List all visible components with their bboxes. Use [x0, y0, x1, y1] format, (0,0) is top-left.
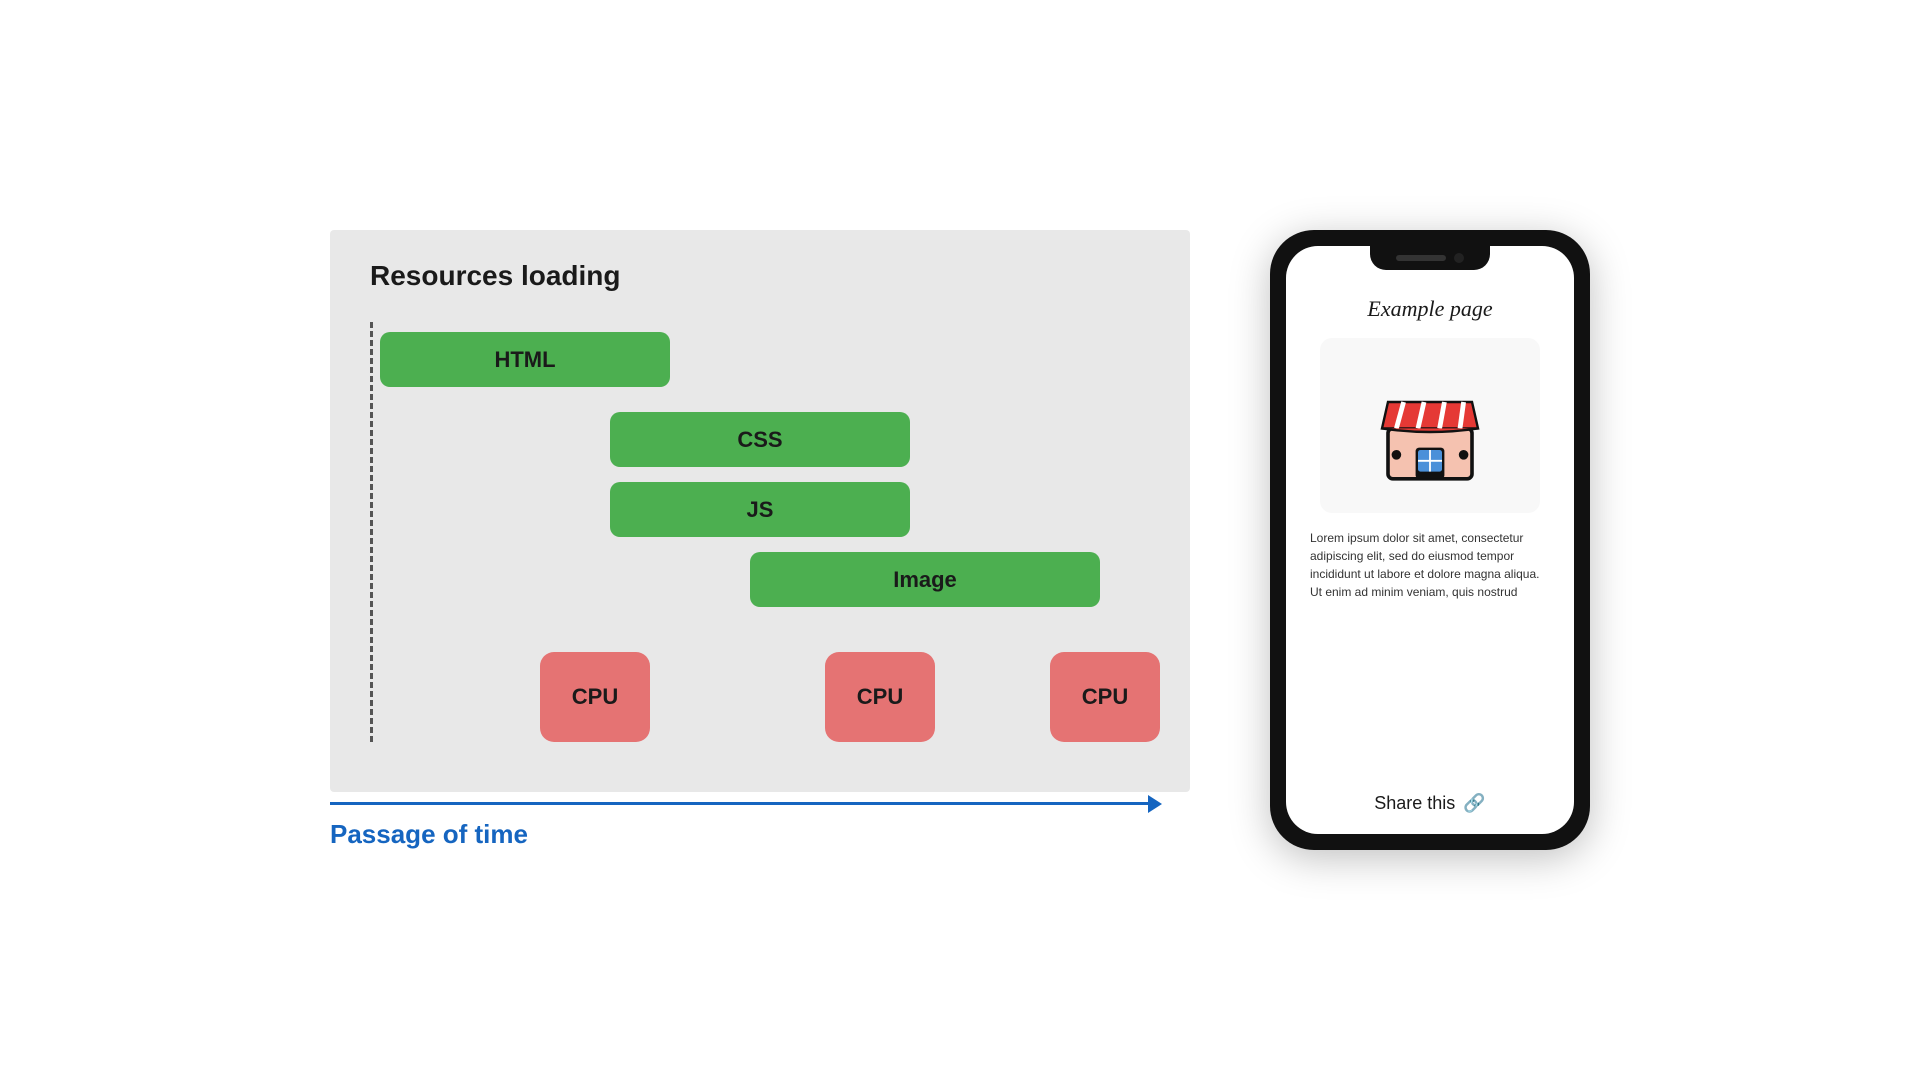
- css-bar: CSS: [610, 412, 910, 467]
- html-bar: HTML: [380, 332, 670, 387]
- time-label: Passage of time: [330, 819, 528, 850]
- phone-page-title: Example page: [1367, 296, 1492, 322]
- main-container: Resources loading HTML CSS JS Image CPU …: [0, 230, 1920, 850]
- cpu-box-1: CPU: [540, 652, 650, 742]
- resources-area: HTML CSS JS Image CPU CPU CPU: [370, 322, 1150, 742]
- time-axis-line: [370, 322, 373, 742]
- cpu-box-3: CPU: [1050, 652, 1160, 742]
- share-link[interactable]: Share this 🔗: [1374, 793, 1485, 814]
- link-icon: 🔗: [1463, 793, 1485, 814]
- phone-notch: [1370, 246, 1490, 270]
- diagram-box: Resources loading HTML CSS JS Image CPU …: [330, 230, 1190, 792]
- phone-body-text: Lorem ipsum dolor sit amet, consectetur …: [1306, 529, 1554, 601]
- js-bar: JS: [610, 482, 910, 537]
- phone-image-card: [1320, 338, 1540, 513]
- phone-section: Example page: [1270, 230, 1590, 850]
- image-bar: Image: [750, 552, 1100, 607]
- diagram-title: Resources loading: [370, 260, 1150, 292]
- time-arrow-container: [330, 802, 1150, 805]
- cpu-box-2: CPU: [825, 652, 935, 742]
- phone-screen: Example page: [1286, 246, 1574, 834]
- notch-speaker: [1396, 255, 1446, 261]
- phone-frame: Example page: [1270, 230, 1590, 850]
- diagram-section: Resources loading HTML CSS JS Image CPU …: [330, 230, 1190, 850]
- share-label: Share this: [1374, 793, 1455, 814]
- notch-camera: [1454, 253, 1464, 263]
- store-icon: [1370, 366, 1490, 486]
- time-arrow: [330, 802, 1150, 805]
